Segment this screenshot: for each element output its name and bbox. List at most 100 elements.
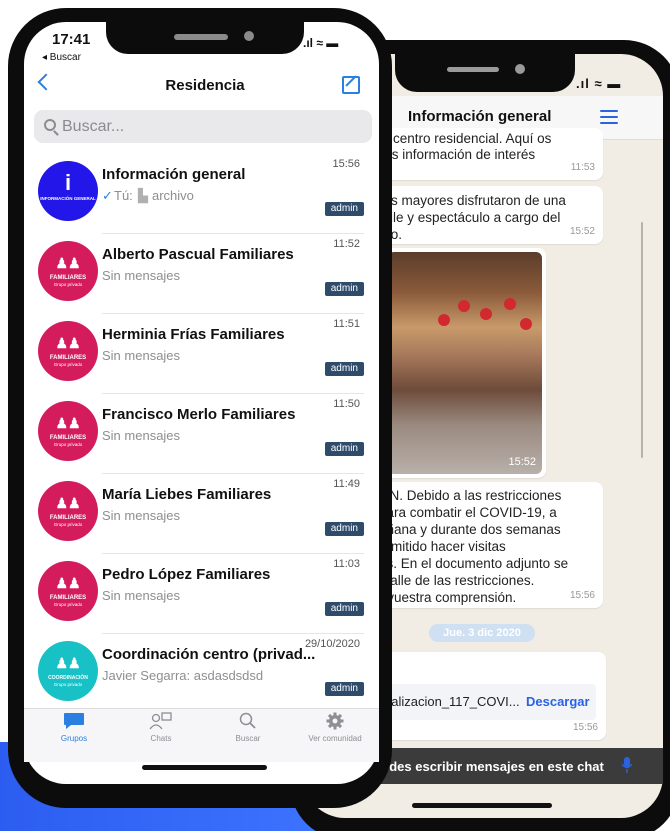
chat-name: Alberto Pascual Familiares xyxy=(102,246,294,263)
chat-bubble-icon xyxy=(64,713,84,729)
tab-grupos[interactable]: Grupos xyxy=(34,712,114,743)
group-avatar: ♟♟ COORDINACIÓN Grupo privado xyxy=(38,641,98,701)
people-icon: ♟♟ xyxy=(55,655,81,671)
admin-badge: admin xyxy=(324,202,364,216)
tab-label: Chats xyxy=(150,734,172,743)
people-chat-icon xyxy=(149,712,172,730)
tab-label: Grupos xyxy=(60,734,88,743)
chat-name: Herminia Frías Familiares xyxy=(102,326,285,343)
chat-time: 11:49 xyxy=(333,478,360,490)
download-button[interactable]: Descargar xyxy=(526,694,590,709)
admin-badge: admin xyxy=(324,682,364,696)
date-separator: Jue. 3 dic 2020 xyxy=(429,624,535,642)
people-icon: ♟♟ xyxy=(55,495,81,511)
chat-row[interactable]: i INFORMACIÓN GENERAL Información genera… xyxy=(38,154,364,234)
chat-preview: Sin mensajes xyxy=(102,588,181,603)
message-text: ermitido hacer visitas xyxy=(379,539,506,554)
status-icons: .ıl ≈ ▬ xyxy=(303,36,339,50)
chat-name: Coordinación centro (privad... xyxy=(102,646,316,663)
front-home-indicator xyxy=(142,765,267,770)
gear-icon xyxy=(326,712,344,730)
chat-time: 29/10/2020 xyxy=(304,638,360,650)
group-avatar: ♟♟ FAMILIARES Grupo privado xyxy=(38,241,98,301)
message-text: para combatir el COVID-19, a xyxy=(379,505,557,520)
message-text: mos información de interés xyxy=(373,147,536,162)
message-text: centro residencial. Aquí os xyxy=(393,131,552,146)
back-status-icons: .ıl ≈ ▬ xyxy=(576,76,622,91)
message-time: 11:53 xyxy=(570,162,595,173)
check-icon: ✓ xyxy=(102,188,113,203)
people-icon: ♟♟ xyxy=(55,415,81,431)
chat-row[interactable]: ♟♟ FAMILIARES Grupo privado Francisco Me… xyxy=(38,394,364,474)
file-icon: ▙ xyxy=(138,188,148,203)
tab-label: Buscar xyxy=(235,734,261,743)
status-back-link[interactable]: ◂ Buscar xyxy=(42,52,81,63)
input-disabled-notice: edes escribir mensajes en este chat xyxy=(382,759,604,774)
back-home-indicator xyxy=(412,803,552,808)
admin-badge: admin xyxy=(324,602,364,616)
chat-preview: Sin mensajes xyxy=(102,428,181,443)
front-phone-notch xyxy=(106,20,304,54)
chat-time: 11:51 xyxy=(333,318,360,330)
chat-name: Francisco Merlo Familiares xyxy=(102,406,296,423)
message-text: añana y durante dos semanas xyxy=(379,522,561,537)
admin-badge: admin xyxy=(324,282,364,296)
chat-time: 11:50 xyxy=(333,398,360,410)
chat-preview: Javier Segarra: asdasdsdsd xyxy=(102,668,264,683)
message-text: r vuestra comprensión. xyxy=(379,590,517,605)
admin-badge: admin xyxy=(324,442,364,456)
group-avatar: i INFORMACIÓN GENERAL xyxy=(38,161,98,221)
menu-icon[interactable] xyxy=(600,110,618,128)
group-avatar: ♟♟ FAMILIARES Grupo privado xyxy=(38,561,98,621)
chat-preview-prefix: Tú: xyxy=(114,188,133,203)
chat-preview: Sin mensajes xyxy=(102,348,181,363)
message-text: etalle de las restricciones. xyxy=(379,573,535,588)
search-icon xyxy=(44,119,56,131)
search-icon xyxy=(239,712,256,729)
info-icon: i xyxy=(64,170,72,195)
people-icon: ♟♟ xyxy=(55,575,81,591)
group-avatar: ♟♟ FAMILIARES Grupo privado xyxy=(38,321,98,381)
chat-title: Información general xyxy=(408,108,552,125)
message-text: ÓN. Debido a las restricciones xyxy=(379,488,562,503)
group-avatar: ♟♟ FAMILIARES Grupo privado xyxy=(38,481,98,541)
chat-row[interactable]: ♟♟ FAMILIARES Grupo privado Pedro López … xyxy=(38,554,364,634)
message-text: es. En el documento adjunto se xyxy=(379,556,569,571)
microphone-icon[interactable] xyxy=(622,757,632,773)
message-time: 15:52 xyxy=(569,226,595,237)
tab-ver-comunidad[interactable]: Ver comunidad xyxy=(295,712,375,743)
chat-preview: Sin mensajes xyxy=(102,508,181,523)
chat-name: Información general xyxy=(102,166,246,183)
chat-name: María Liebes Familiares xyxy=(102,486,272,503)
chat-preview: archivo xyxy=(152,188,194,203)
event-photo[interactable]: 15:52 xyxy=(388,252,542,474)
tab-label: Ver comunidad xyxy=(308,734,362,743)
message-time: 15:56 xyxy=(569,590,595,601)
compose-icon[interactable] xyxy=(342,76,360,94)
people-icon: ♟♟ xyxy=(55,255,81,271)
admin-badge: admin xyxy=(324,362,364,376)
message-text: ros mayores disfrutaron de una xyxy=(379,193,566,208)
file-name: ualizacion_117_COVI... xyxy=(384,694,520,709)
admin-badge: admin xyxy=(324,522,364,536)
back-phone-notch xyxy=(395,52,575,92)
message-time: 15:56 xyxy=(572,722,598,733)
status-time: 17:41 xyxy=(52,31,91,48)
chat-name: Pedro López Familiares xyxy=(102,566,271,583)
search-placeholder: Buscar... xyxy=(62,118,125,135)
tab-chats[interactable]: Chats xyxy=(121,712,201,743)
chat-row[interactable]: ♟♟ COORDINACIÓN Grupo privado Coordinaci… xyxy=(38,634,364,714)
tab-buscar[interactable]: Buscar xyxy=(208,712,288,743)
chat-time: 11:52 xyxy=(333,238,360,250)
chat-preview: Sin mensajes xyxy=(102,268,181,283)
photo-time: 15:52 xyxy=(508,456,536,468)
chat-row[interactable]: ♟♟ FAMILIARES Grupo privado Herminia Frí… xyxy=(38,314,364,394)
chat-row[interactable]: ♟♟ FAMILIARES Grupo privado María Liebes… xyxy=(38,474,364,554)
chat-time: 11:03 xyxy=(333,558,360,570)
message-text: baile y espectáculo a cargo del xyxy=(375,210,561,225)
chat-scrollbar[interactable] xyxy=(641,222,643,458)
chat-time: 15:56 xyxy=(332,158,360,170)
group-avatar: ♟♟ FAMILIARES Grupo privado xyxy=(38,401,98,461)
chat-row[interactable]: ♟♟ FAMILIARES Grupo privado Alberto Pasc… xyxy=(38,234,364,314)
people-icon: ♟♟ xyxy=(55,335,81,351)
